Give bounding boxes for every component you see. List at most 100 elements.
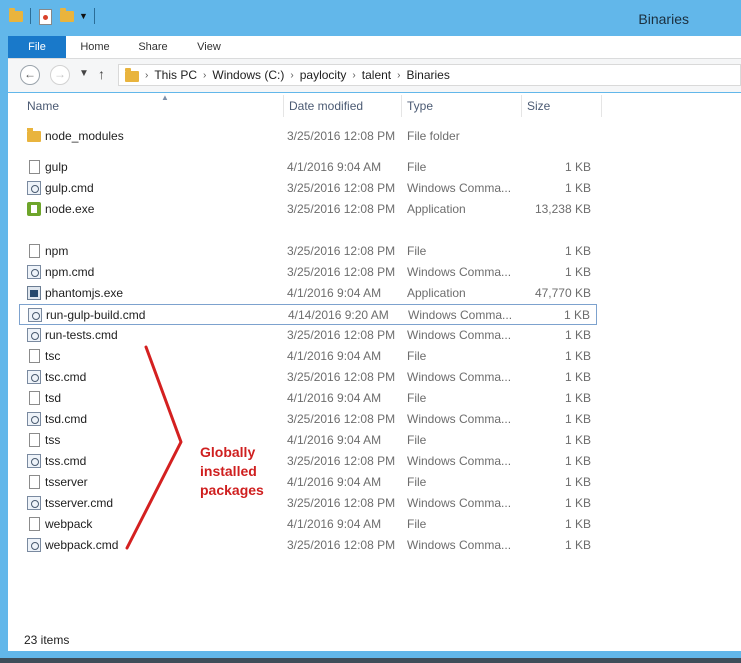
cmd-icon xyxy=(28,308,42,322)
file-row[interactable]: gulp 4/1/2016 9:04 AM File 1 KB xyxy=(19,157,597,178)
tab-share[interactable]: Share xyxy=(128,36,178,58)
chevron-right-icon[interactable]: › xyxy=(352,70,355,81)
file-row[interactable]: tss.cmd 3/25/2016 12:08 PM Windows Comma..… xyxy=(19,451,597,472)
file-size: 1 KB xyxy=(564,328,591,342)
file-row[interactable]: webpack 4/1/2016 9:04 AM File 1 KB xyxy=(19,514,597,535)
file-size: 1 KB xyxy=(564,160,591,174)
cmd-icon xyxy=(27,265,41,279)
folder-icon xyxy=(27,128,41,142)
file-size: 1 KB xyxy=(564,370,591,384)
ribbon-tabs: File Home Share View xyxy=(8,36,741,59)
file-name: tss xyxy=(45,433,61,447)
file-row[interactable]: tsd.cmd 3/25/2016 12:08 PM Windows Comma..… xyxy=(19,409,597,430)
file-size: 1 KB xyxy=(564,181,591,195)
file-date: 3/25/2016 12:08 PM xyxy=(287,244,396,258)
file-date: 4/1/2016 9:04 AM xyxy=(287,391,382,405)
file-name: tsserver xyxy=(45,475,88,489)
annotation-label: Globally installed packages xyxy=(200,443,264,500)
breadcrumb-talent[interactable]: talent xyxy=(362,68,391,82)
file-row[interactable]: tsserver.cmd 3/25/2016 12:08 PM Windows Co… xyxy=(19,493,597,514)
forward-button[interactable]: → xyxy=(50,65,70,85)
column-header-size[interactable]: Size xyxy=(521,93,601,119)
address-bar[interactable]: › This PC › Windows (C:) › paylocity › t… xyxy=(118,64,741,86)
file-icon xyxy=(29,475,40,489)
file-name: npm.cmd xyxy=(45,265,95,279)
chevron-right-icon[interactable]: › xyxy=(290,70,293,81)
file-row[interactable]: run-tests.cmd 3/25/2016 12:08 PM Windows C… xyxy=(19,325,597,346)
file-name: tsserver.cmd xyxy=(45,496,114,510)
navigation-bar: ← → ▼ ↑ › This PC › Windows (C:) › paylo… xyxy=(8,59,741,92)
file-date: 3/25/2016 12:08 PM xyxy=(287,328,396,342)
file-date: 4/1/2016 9:04 AM xyxy=(287,286,382,300)
file-row[interactable]: tss 4/1/2016 9:04 AM File 1 KB xyxy=(19,430,597,451)
file-size: 47,770 KB xyxy=(534,286,591,300)
file-date: 4/1/2016 9:04 AM xyxy=(287,349,382,363)
file-row[interactable]: tsd 4/1/2016 9:04 AM File 1 KB xyxy=(19,388,597,409)
new-folder-icon[interactable] xyxy=(59,8,75,24)
tab-home[interactable]: Home xyxy=(72,36,118,58)
breadcrumb-this-pc[interactable]: This PC xyxy=(154,68,197,82)
file-type: Windows Comma... xyxy=(407,454,512,468)
file-row[interactable]: webpack.cmd 3/25/2016 12:08 PM Windows Com… xyxy=(19,535,597,556)
taskbar-edge xyxy=(0,658,741,663)
quick-access-toolbar: ▼ xyxy=(8,8,95,25)
breadcrumb-paylocity[interactable]: paylocity xyxy=(300,68,347,82)
file-row[interactable]: tsc 4/1/2016 9:04 AM File 1 KB xyxy=(19,346,597,367)
file-size: 1 KB xyxy=(564,475,591,489)
file-row[interactable]: run-gulp-build.cmd 4/14/2016 9:20 AM Windo… xyxy=(19,304,597,325)
folder-icon[interactable] xyxy=(8,8,24,24)
file-size: 1 KB xyxy=(564,391,591,405)
file-row[interactable]: gulp.cmd 3/25/2016 12:08 PM Windows Comma.… xyxy=(19,178,597,199)
back-button[interactable]: ← xyxy=(20,65,40,85)
file-row[interactable]: tsserver 4/1/2016 9:04 AM File 1 KB xyxy=(19,472,597,493)
file-date: 4/14/2016 9:20 AM xyxy=(288,308,389,322)
file-size: 1 KB xyxy=(563,308,590,322)
breadcrumb-binaries[interactable]: Binaries xyxy=(406,68,449,82)
file-row[interactable]: tsc.cmd 3/25/2016 12:08 PM Windows Comma..… xyxy=(19,367,597,388)
file-type: File xyxy=(407,517,427,531)
file-type: Windows Comma... xyxy=(407,328,512,342)
item-count: 23 items xyxy=(24,633,70,647)
properties-icon[interactable] xyxy=(37,8,53,25)
file-list: Name ▲ Date modified Type Size node_modu… xyxy=(8,93,741,651)
column-header-date[interactable]: Date modified xyxy=(283,93,401,119)
file-name: npm xyxy=(45,244,69,258)
file-date: 3/25/2016 12:08 PM xyxy=(287,129,396,143)
file-row[interactable]: npm.cmd 3/25/2016 12:08 PM Windows Comma..… xyxy=(19,262,597,283)
chevron-right-icon[interactable]: › xyxy=(397,70,400,81)
file-type: Windows Comma... xyxy=(407,370,512,384)
file-size: 1 KB xyxy=(564,517,591,531)
file-name: tsd.cmd xyxy=(45,412,88,426)
file-date: 3/25/2016 12:08 PM xyxy=(287,538,396,552)
customize-toolbar-icon[interactable]: ▼ xyxy=(79,11,88,21)
file-date: 3/25/2016 12:08 PM xyxy=(287,265,396,279)
file-name: gulp xyxy=(45,160,68,174)
file-size: 1 KB xyxy=(564,433,591,447)
file-row[interactable]: node_modules 3/25/2016 12:08 PM File folde… xyxy=(19,126,597,147)
file-name: tss.cmd xyxy=(45,454,87,468)
chevron-right-icon[interactable]: › xyxy=(203,70,206,81)
explorer-window: ▼ Binaries File Home Share View ← → ▼ ↑ … xyxy=(0,0,741,663)
column-divider[interactable] xyxy=(601,95,602,117)
file-row[interactable]: node.exe 3/25/2016 12:08 PM Application 13,… xyxy=(19,199,597,220)
file-icon xyxy=(29,244,40,258)
tab-view[interactable]: View xyxy=(186,36,232,58)
file-type: File xyxy=(407,391,427,405)
file-date: 3/25/2016 12:08 PM xyxy=(287,370,396,384)
file-type: Windows Comma... xyxy=(407,265,512,279)
file-icon xyxy=(29,433,40,447)
file-row[interactable]: phantomjs.exe 4/1/2016 9:04 AM Application… xyxy=(19,283,597,304)
file-date: 4/1/2016 9:04 AM xyxy=(287,433,382,447)
tab-file[interactable]: File xyxy=(8,36,66,58)
chevron-right-icon[interactable]: › xyxy=(145,70,148,81)
file-type: File xyxy=(407,160,427,174)
file-row[interactable]: npm 3/25/2016 12:08 PM File 1 KB xyxy=(19,241,597,262)
column-header-name[interactable]: Name ▲ xyxy=(21,93,283,119)
breadcrumb-windows-c[interactable]: Windows (C:) xyxy=(212,68,284,82)
window-title: Binaries xyxy=(638,11,689,27)
recent-locations-icon[interactable]: ▼ xyxy=(79,68,89,79)
column-header-type[interactable]: Type xyxy=(401,93,521,119)
file-type: File xyxy=(407,475,427,489)
up-icon[interactable]: ↑ xyxy=(98,66,105,82)
file-icon xyxy=(29,160,40,174)
